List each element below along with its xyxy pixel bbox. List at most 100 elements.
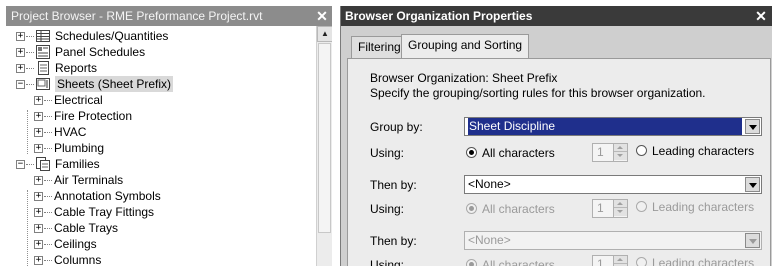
spin-down-icon[interactable]: [614, 152, 627, 160]
then-by-value: <None>: [468, 233, 511, 247]
all-characters-radio[interactable]: [466, 203, 477, 214]
tree-connector: [44, 131, 52, 133]
browser-tree: + Schedules/Quantities + Panel Schedules…: [6, 26, 316, 266]
close-icon[interactable]: ✕: [753, 8, 769, 24]
all-characters-label: All characters: [482, 202, 555, 216]
expand-icon[interactable]: +: [34, 143, 43, 153]
tree-item-label: Families: [55, 157, 100, 171]
expand-icon[interactable]: +: [16, 63, 25, 73]
expand-icon[interactable]: +: [34, 223, 43, 233]
leading-characters-radio[interactable]: [636, 145, 647, 156]
leading-characters-label: Leading characters: [652, 200, 755, 214]
dialog-title: Browser Organization Properties: [345, 9, 533, 23]
tree-item-label: Annotation Symbols: [54, 189, 161, 203]
collapse-icon[interactable]: −: [16, 79, 25, 89]
tree-connector: [44, 211, 52, 213]
spinner-buttons[interactable]: [613, 144, 627, 161]
tree-item-air-terminals[interactable]: + Air Terminals: [34, 172, 123, 188]
then-by-label: Then by:: [370, 178, 417, 192]
tree-connector: [44, 227, 52, 229]
spinner-buttons[interactable]: [613, 256, 627, 266]
tree-item-plumbing[interactable]: + Plumbing: [34, 140, 104, 156]
spin-up-icon[interactable]: [614, 256, 627, 264]
tree-item-electrical[interactable]: + Electrical: [34, 92, 103, 108]
then-by-dropdown[interactable]: <None>: [464, 175, 762, 194]
characters-count-spinner[interactable]: 1: [592, 255, 628, 266]
leading-characters-radio[interactable]: [636, 201, 647, 212]
tree-item-sheets[interactable]: − Sheets (Sheet Prefix): [16, 76, 174, 92]
sheet-icon: [36, 77, 50, 91]
scroll-up-icon[interactable]: ▲: [317, 26, 332, 42]
expand-icon[interactable]: +: [16, 47, 25, 57]
then-by-dropdown-2[interactable]: <None>: [464, 231, 762, 250]
using-label: Using:: [370, 258, 405, 266]
spin-up-icon[interactable]: [614, 200, 627, 208]
leading-characters-radio[interactable]: [636, 257, 647, 266]
tree-item-label: Sheets (Sheet Prefix): [55, 76, 174, 92]
tree-guide-line: [27, 110, 28, 154]
leading-characters-label: Leading characters: [652, 256, 755, 266]
close-icon[interactable]: ✕: [314, 8, 330, 24]
tree-item-ceilings[interactable]: + Ceilings: [34, 236, 97, 252]
expand-icon[interactable]: +: [34, 111, 43, 121]
tree-item-label: Fire Protection: [54, 109, 133, 123]
using-label: Using:: [370, 202, 405, 216]
tree-item-label: Plumbing: [54, 141, 105, 155]
browser-scrollbar[interactable]: ▲: [316, 26, 332, 266]
tree-item-fire-protection[interactable]: + Fire Protection: [34, 108, 132, 124]
tree-item-label: Air Terminals: [54, 173, 124, 187]
tree-item-columns[interactable]: + Columns: [34, 252, 101, 266]
spin-up-icon[interactable]: [614, 144, 627, 152]
expand-icon[interactable]: +: [16, 31, 25, 41]
tree-connector: [26, 67, 34, 69]
chevron-down-icon[interactable]: [745, 177, 760, 192]
expand-icon[interactable]: +: [34, 207, 43, 217]
chevron-down-icon[interactable]: [745, 119, 760, 134]
chevron-down-icon[interactable]: [745, 233, 760, 248]
tree-item-panel-schedules[interactable]: + Panel Schedules: [16, 44, 145, 60]
spinner-value: 1: [597, 145, 604, 159]
dialog-title-bar: Browser Organization Properties ✕: [341, 6, 772, 26]
expand-icon[interactable]: +: [34, 127, 43, 137]
tree-connector: [26, 51, 34, 53]
project-browser-panel: Project Browser - RME Preformance Projec…: [6, 6, 332, 266]
then-by-value: <None>: [468, 177, 511, 191]
tree-connector: [44, 195, 52, 197]
organization-name-text: Browser Organization: Sheet Prefix: [370, 71, 558, 85]
tree-item-hvac[interactable]: + HVAC: [34, 124, 86, 140]
all-characters-label: All characters: [482, 146, 555, 160]
tree-item-cable-tray-fittings[interactable]: + Cable Tray Fittings: [34, 204, 154, 220]
scrollbar-thumb[interactable]: [318, 43, 331, 233]
all-characters-radio[interactable]: [466, 147, 477, 158]
family-icon: [36, 157, 50, 171]
spin-down-icon[interactable]: [614, 208, 627, 216]
tree-item-annotation-symbols[interactable]: + Annotation Symbols: [34, 188, 161, 204]
spinner-buttons[interactable]: [613, 200, 627, 217]
tree-item-label: Columns: [54, 253, 102, 266]
tree-guide-line: [27, 190, 28, 266]
expand-icon[interactable]: +: [34, 255, 43, 265]
spinner-value: 1: [597, 257, 604, 266]
tab-grouping-and-sorting[interactable]: Grouping and Sorting: [401, 34, 530, 58]
expand-icon[interactable]: +: [34, 191, 43, 201]
all-characters-radio[interactable]: [466, 259, 477, 266]
tree-connector: [26, 35, 34, 37]
tree-item-reports[interactable]: + Reports: [16, 60, 97, 76]
characters-count-spinner[interactable]: 1: [592, 143, 628, 162]
collapse-icon[interactable]: −: [16, 159, 25, 169]
all-characters-label: All characters: [482, 258, 555, 266]
expand-icon[interactable]: +: [34, 95, 43, 105]
tree-connector: [26, 163, 34, 165]
tree-item-families[interactable]: − Families: [16, 156, 100, 172]
expand-icon[interactable]: +: [34, 239, 43, 249]
tab-filtering[interactable]: Filtering: [351, 36, 408, 58]
group-by-value: Sheet Discipline: [468, 118, 742, 135]
expand-icon[interactable]: +: [34, 175, 43, 185]
group-by-dropdown[interactable]: Sheet Discipline: [464, 117, 762, 136]
tree-item-label: Schedules/Quantities: [55, 29, 169, 43]
characters-count-spinner[interactable]: 1: [592, 199, 628, 218]
tree-item-label: Electrical: [54, 93, 103, 107]
tree-item-schedules[interactable]: + Schedules/Quantities: [16, 28, 168, 44]
tree-item-cable-trays[interactable]: + Cable Trays: [34, 220, 118, 236]
tree-item-label: Cable Tray Fittings: [54, 205, 155, 219]
